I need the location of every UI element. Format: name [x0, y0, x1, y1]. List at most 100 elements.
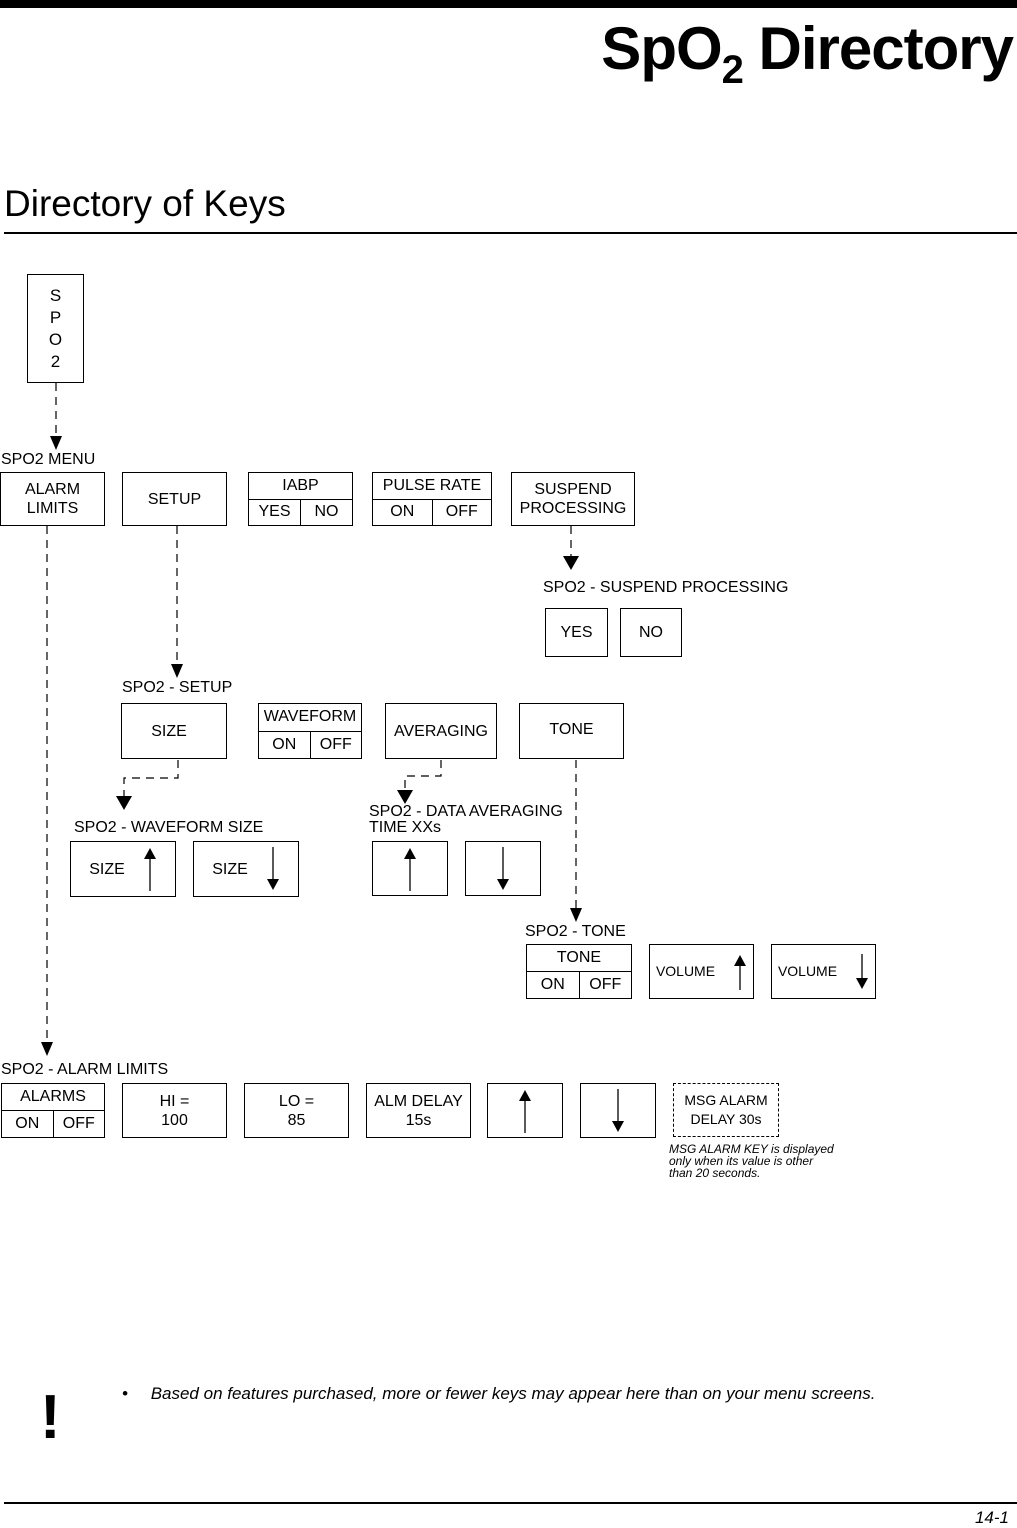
- note-line: than 20 seconds.: [669, 1166, 761, 1180]
- key-title: TONE: [527, 945, 631, 972]
- alarm-up-key[interactable]: [487, 1083, 563, 1138]
- arrow-down-icon: [612, 1088, 624, 1132]
- notice-text: • Based on features purchased, more or f…: [122, 1384, 875, 1404]
- option-off[interactable]: OFF: [431, 499, 492, 525]
- key-label: SIZE: [212, 860, 248, 878]
- alarm-limits-menu-label: SPO2 - ALARM LIMITS: [1, 1061, 169, 1078]
- arrow-up-icon: [734, 954, 747, 990]
- key-value: 15s: [405, 1111, 432, 1129]
- label-line: TIME XXs: [369, 819, 442, 836]
- tone-menu-label: SPO2 - TONE: [525, 923, 626, 940]
- suspend-yes-key[interactable]: YES: [545, 608, 608, 657]
- key-value: 85: [287, 1111, 306, 1129]
- option-no[interactable]: NO: [300, 499, 352, 525]
- key-label: NO: [639, 624, 663, 641]
- size-up-key[interactable]: SIZE: [70, 841, 176, 897]
- notice-body: Based on features purchased, more or few…: [150, 1384, 876, 1403]
- key-label: HI =: [159, 1092, 190, 1110]
- option-off[interactable]: OFF: [578, 972, 632, 998]
- key-label: SIZE: [89, 860, 125, 878]
- key-label: MSG ALARM: [684, 1092, 768, 1108]
- arrowhead-icon: [570, 908, 582, 922]
- section-divider: [4, 232, 1017, 234]
- lo-limit-key[interactable]: LO = 85: [244, 1083, 349, 1138]
- key-label: ALARM: [24, 481, 81, 498]
- hi-limit-key[interactable]: HI = 100: [122, 1083, 227, 1138]
- arrow-down-icon: [856, 953, 869, 989]
- setup-key[interactable]: SETUP: [122, 472, 227, 526]
- option-on[interactable]: ON: [259, 732, 310, 759]
- option-off[interactable]: OFF: [309, 731, 362, 758]
- section-title: Directory of Keys: [4, 183, 286, 224]
- key-letter: O: [48, 329, 63, 349]
- averaging-down-key[interactable]: [465, 841, 541, 896]
- label-line: SPO2 - DATA AVERAGING: [369, 803, 563, 820]
- alarm-delay-key[interactable]: ALM DELAY 15s: [366, 1083, 471, 1138]
- key-letter: P: [49, 307, 62, 327]
- averaging-key[interactable]: AVERAGING: [385, 703, 497, 759]
- option-on[interactable]: ON: [527, 972, 579, 998]
- alarm-down-key[interactable]: [580, 1083, 656, 1138]
- iabp-key[interactable]: IABP YES NO: [248, 472, 353, 526]
- footer-divider: [4, 1502, 1017, 1504]
- top-bar: [0, 0, 1017, 8]
- connector-averaging: [404, 760, 442, 790]
- arrow-down-icon: [497, 846, 509, 890]
- arrowhead-icon: [171, 664, 183, 678]
- option-off[interactable]: OFF: [52, 1111, 105, 1137]
- key-title: PULSE RATE: [373, 473, 491, 500]
- msg-alarm-note: MSG ALARM KEY is displayed only when its…: [669, 1143, 834, 1179]
- spo2-key[interactable]: S P O 2: [27, 274, 84, 383]
- option-on[interactable]: ON: [2, 1111, 53, 1137]
- volume-down-key[interactable]: VOLUME: [771, 944, 876, 999]
- tone-key[interactable]: TONE: [519, 703, 624, 759]
- arrowhead-icon: [563, 556, 579, 570]
- setup-menu-label: SPO2 - SETUP: [122, 679, 233, 696]
- key-label: LO =: [278, 1092, 315, 1110]
- size-key[interactable]: SIZE: [121, 703, 227, 759]
- key-label: VOLUME: [655, 963, 716, 979]
- suspend-no-key[interactable]: NO: [620, 608, 682, 657]
- key-label: SETUP: [147, 490, 202, 508]
- averaging-up-key[interactable]: [372, 841, 448, 896]
- page-title: SpO2 Directory: [601, 15, 1014, 92]
- key-value: DELAY 30s: [690, 1111, 762, 1127]
- arrow-up-icon: [143, 848, 156, 891]
- key-letter: S: [49, 285, 62, 305]
- option-on[interactable]: ON: [373, 500, 432, 526]
- arrow-up-icon: [404, 847, 416, 891]
- key-letter: 2: [50, 351, 61, 371]
- spo2-menu-label: SPO2 MENU: [1, 451, 96, 468]
- volume-up-key[interactable]: VOLUME: [649, 944, 754, 999]
- key-label: SIZE: [151, 722, 187, 740]
- key-title: IABP: [249, 473, 352, 500]
- option-yes[interactable]: YES: [249, 500, 300, 526]
- arrowhead-icon: [41, 1042, 53, 1056]
- alarms-onoff-key[interactable]: ALARMS ON OFF: [1, 1083, 105, 1138]
- arrowhead-icon: [50, 436, 62, 450]
- key-label: VOLUME: [777, 963, 838, 979]
- pulse-rate-key[interactable]: PULSE RATE ON OFF: [372, 472, 492, 526]
- key-label: ALM DELAY: [374, 1092, 463, 1110]
- key-label: AVERAGING: [394, 722, 488, 740]
- msg-alarm-delay-key[interactable]: MSG ALARM DELAY 30s: [673, 1083, 779, 1137]
- alarm-limits-key[interactable]: ALARM LIMITS: [0, 472, 105, 526]
- arrowhead-icon: [116, 796, 132, 810]
- bullet-icon: •: [122, 1384, 128, 1403]
- waveform-key[interactable]: WAVEFORM ON OFF: [258, 703, 362, 759]
- key-title: ALARMS: [2, 1084, 104, 1111]
- key-title: WAVEFORM: [259, 704, 361, 732]
- exclamation-icon: !: [40, 1383, 61, 1452]
- arrow-up-icon: [519, 1089, 531, 1133]
- key-value: 100: [161, 1111, 188, 1129]
- key-label: PROCESSING: [519, 500, 627, 517]
- size-down-key[interactable]: SIZE: [193, 841, 299, 897]
- tone-onoff-key[interactable]: TONE ON OFF: [526, 944, 632, 999]
- averaging-menu-label: SPO2 - DATA AVERAGING TIME XXs: [369, 804, 563, 836]
- arrow-down-icon: [266, 847, 279, 890]
- waveform-size-menu-label: SPO2 - WAVEFORM SIZE: [74, 819, 264, 836]
- suspend-processing-key[interactable]: SUSPEND PROCESSING: [511, 472, 635, 526]
- key-label: TONE: [549, 720, 594, 738]
- arrowhead-icon: [397, 790, 413, 804]
- key-label: LIMITS: [26, 500, 79, 517]
